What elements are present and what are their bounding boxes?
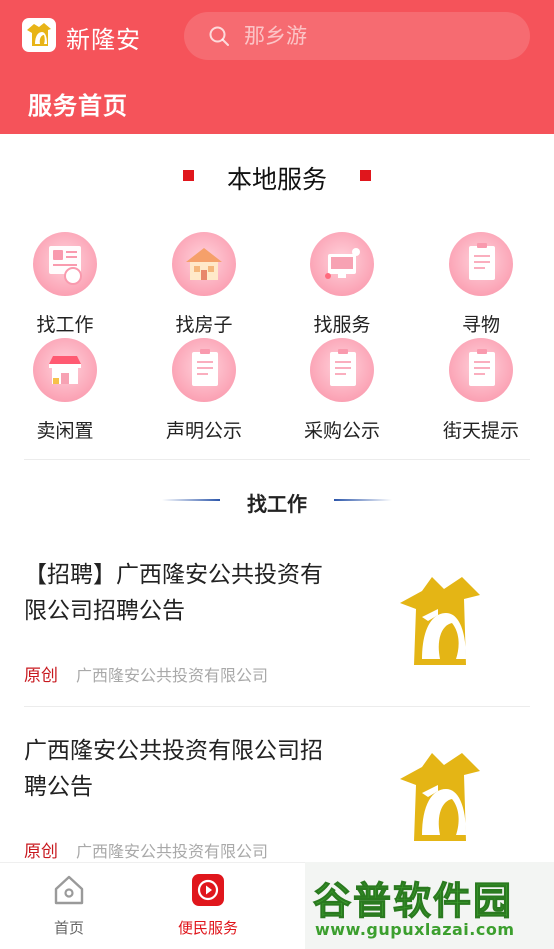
article-thumbnail-logo [400,577,480,665]
service-item-lost-found[interactable]: 寻物 [426,232,536,337]
article-source: 广西隆安公共投资有限公司 [76,666,269,685]
service-item-sell-idle[interactable]: 卖闲置 [10,338,120,443]
service-label: 街天提示 [442,420,519,442]
article-title: 广西隆安公共投资有限公司招聘公告 [24,738,323,800]
service-item-market-day[interactable]: 街天提示 [426,338,536,443]
house-icon [172,232,236,296]
document-icon [449,232,513,296]
service-item-statement[interactable]: 声明公示 [149,338,259,443]
service-item-procurement[interactable]: 采购公示 [287,338,397,443]
site-watermark: 谷普软件园 www.gupuxlazai.com [305,862,554,949]
search-input[interactable] [244,12,514,60]
tab-convenience-service[interactable]: 便民服务 [158,863,258,949]
logo-icon [27,23,51,46]
article-divider [24,706,530,707]
tab-home[interactable]: 首页 [19,863,119,949]
service-label: 采购公示 [303,420,380,442]
service-item-find-job[interactable]: 找工作 [10,232,120,337]
service-label: 声明公示 [165,420,242,442]
watermark-url: www.gupuxlazai.com [315,920,515,939]
app-logo [22,18,56,52]
home-icon [54,875,84,905]
article-source: 广西隆安公共投资有限公司 [76,842,269,861]
section-title-find-job: 找工作 [247,492,307,516]
service-item-find-house[interactable]: 找房子 [149,232,259,337]
article-thumbnail-logo [400,753,480,841]
search-bar[interactable] [184,12,530,60]
service-label: 找房子 [175,314,233,336]
article-title: 【招聘】广西隆安公共投资有限公司招聘公告 [24,562,323,624]
title-square-right [360,170,371,181]
service-label: 找服务 [313,314,371,336]
document-icon [449,338,513,402]
app-name: 新隆安 [66,26,141,54]
heading-line-right [334,499,392,501]
service-icon [310,232,374,296]
service-label: 寻物 [461,314,500,336]
article-tag: 原创 [24,842,58,862]
job-icon [33,232,97,296]
page-title: 服务首页 [28,92,128,120]
shop-icon [33,338,97,402]
section-title-local-services: 本地服务 [226,165,327,194]
article-item[interactable]: 广西隆安公共投资有限公司招聘公告 原创 广西隆安公共投资有限公司 [0,716,554,862]
service-label: 卖闲置 [36,420,94,442]
article-item[interactable]: 【招聘】广西隆安公共投资有限公司招聘公告 原创 广西隆安公共投资有限公司 [0,540,554,706]
article-tag: 原创 [24,666,58,686]
tab-label: 便民服务 [177,919,238,937]
page: 新隆安 服务首页 本地服务 [0,0,554,949]
service-label: 找工作 [36,314,94,336]
document-icon [172,338,236,402]
search-icon [209,26,229,46]
play-icon [192,874,224,906]
service-item-find-service[interactable]: 找服务 [287,232,397,337]
tab-label: 首页 [53,919,84,937]
header: 新隆安 服务首页 [0,0,554,134]
document-icon [310,338,374,402]
watermark-name: 谷普软件园 [312,879,514,924]
section-divider [24,459,530,460]
